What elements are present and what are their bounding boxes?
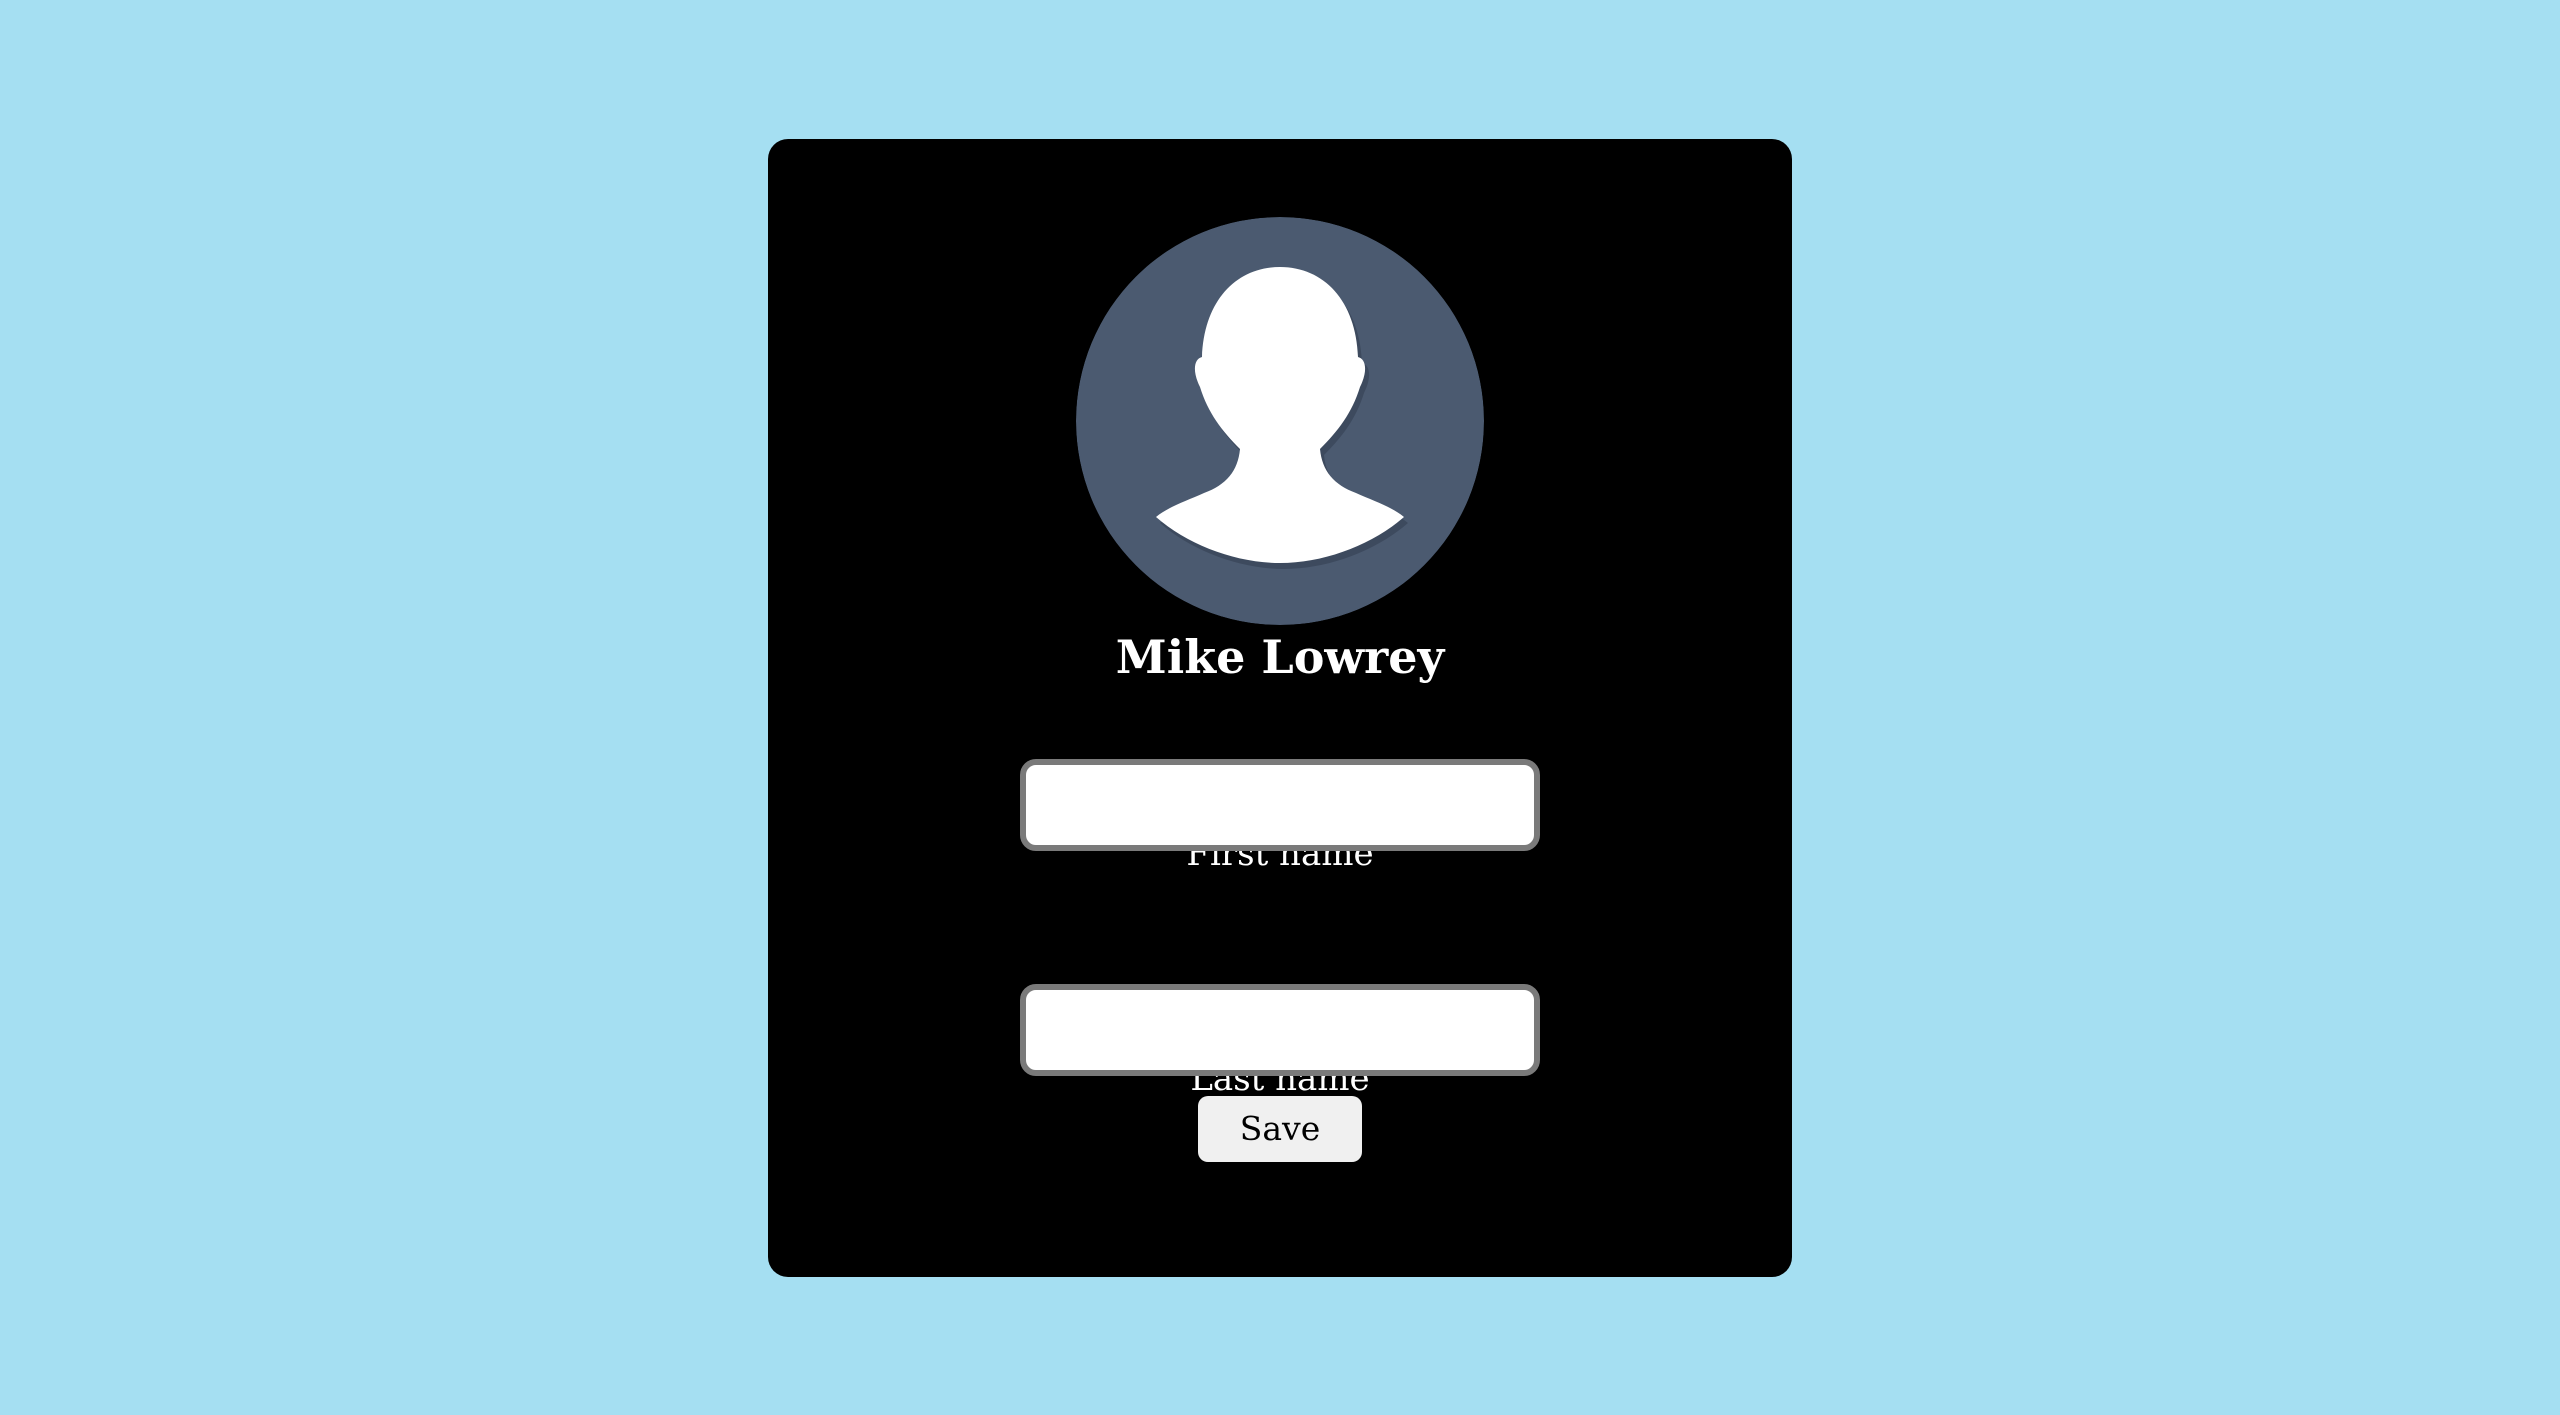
user-silhouette-icon	[1076, 217, 1484, 625]
avatar	[1076, 217, 1484, 625]
user-name-heading: Mike Lowrey	[1115, 630, 1445, 684]
save-user-button[interactable]: Save User	[1198, 1096, 1362, 1214]
last-name-field[interactable]	[1020, 984, 1540, 1076]
user-card: Mike Lowrey First name Last name Save Us…	[768, 139, 1792, 1277]
first-name-field[interactable]	[1020, 759, 1540, 851]
